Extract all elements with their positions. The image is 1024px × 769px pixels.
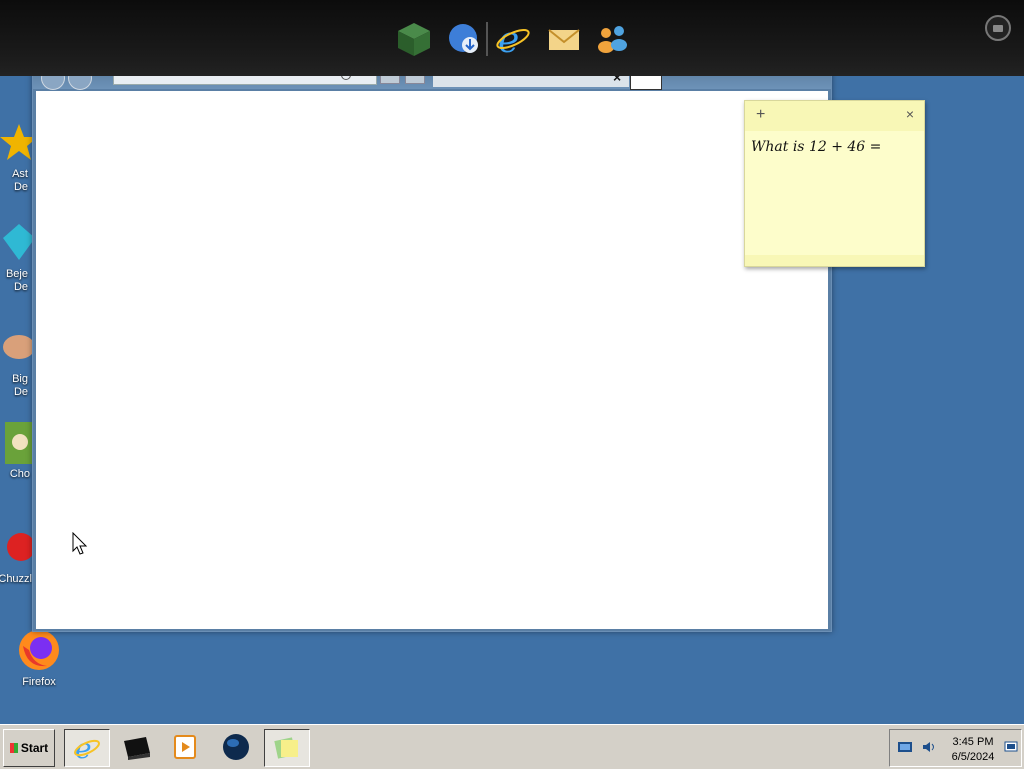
internet-explorer-icon[interactable]: e (494, 20, 532, 58)
globe-icon (223, 734, 249, 760)
add-note-button[interactable]: + (756, 106, 765, 124)
clock-date[interactable]: 6/5/2024 (943, 751, 1003, 763)
spreadsheet-cube-icon[interactable] (395, 20, 433, 58)
globe-download-icon[interactable] (445, 20, 483, 58)
taskbar-item-internet-explorer[interactable]: e (64, 729, 110, 767)
firefox-icon (19, 630, 59, 670)
dock-divider (486, 22, 488, 56)
desktop-icon-firefox[interactable]: Firefox (0, 628, 78, 689)
people-icon[interactable] (594, 20, 632, 58)
network-icon[interactable] (898, 741, 912, 753)
sticky-note[interactable]: + × What is 12 + 46 = (744, 100, 925, 267)
start-button[interactable]: Start (3, 729, 55, 767)
taskbar-item-sticky-notes[interactable] (264, 729, 310, 767)
taskbar-item-globe[interactable] (214, 729, 258, 765)
black-box-icon (124, 737, 150, 760)
mail-icon[interactable] (545, 20, 583, 58)
action-center-flag-icon[interactable] (1004, 741, 1018, 753)
desktop-icon-label: Firefox (22, 676, 56, 688)
start-label: Start (20, 741, 49, 755)
taskbar-item-media-player[interactable] (163, 729, 207, 765)
media-player-icon (174, 735, 196, 759)
sticky-note-footer (745, 255, 924, 266)
gadgets-menu-icon[interactable] (985, 15, 1011, 41)
windows-flag-icon (9, 743, 18, 753)
volume-icon[interactable] (922, 741, 936, 753)
mouse-cursor-icon (72, 532, 88, 555)
sticky-note-header[interactable] (745, 101, 924, 131)
internet-explorer-icon: e (74, 733, 100, 763)
browser-window[interactable]: × (32, 32, 832, 632)
taskbar-item-black-box[interactable] (114, 729, 158, 765)
system-tray: 3:45 PM 6/5/2024 (889, 729, 1022, 767)
top-dock: e (0, 0, 1024, 76)
sticky-notes-icon (274, 737, 298, 759)
sticky-note-text[interactable]: What is 12 + 46 = (751, 139, 881, 155)
browser-content[interactable] (36, 91, 828, 629)
clock-time[interactable]: 3:45 PM (943, 736, 1003, 748)
close-note-button[interactable]: × (906, 106, 914, 122)
taskbar: Start e 3:45 PM 6/5/2024 (0, 724, 1024, 769)
